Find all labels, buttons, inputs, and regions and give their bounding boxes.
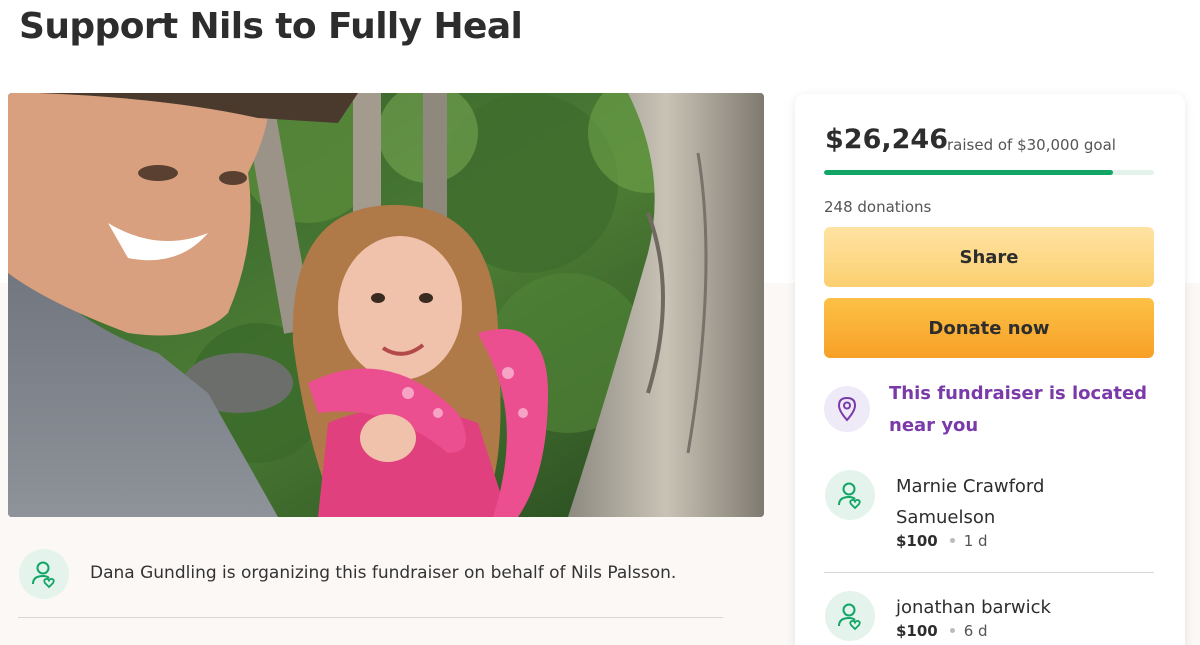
donor-list-item: Marnie Crawford Samuelson $100 1 d [824,466,1154,573]
amount-raised: $26,246 [825,124,948,155]
goal-text: raised of $30,000 goal [947,136,1116,154]
donor-amount: $100 [896,532,938,550]
donor-name: Marnie Crawford Samuelson [896,476,1045,528]
donate-now-button[interactable]: Donate now [824,298,1154,358]
fundraiser-photo-image [8,93,764,517]
progress-bar-fill [824,170,1113,175]
progress-bar [824,170,1154,175]
location-pin-icon [824,386,870,432]
donor-time: 1 d [963,532,988,550]
share-button[interactable]: Share [824,227,1154,287]
separator-dot [949,627,955,633]
user-heart-icon [825,470,875,520]
donor-amount: $100 [896,622,938,640]
fundraiser-photo[interactable] [8,93,764,517]
organizer-section: Dana Gundling is organizing this fundrai… [18,546,723,618]
donations-count: 248 donations [824,198,932,216]
separator-dot [949,537,955,543]
user-heart-icon [825,591,875,641]
donor-list-item: jonathan barwick $100 6 d [824,587,1154,645]
donation-card: $26,246 raised of $30,000 goal 248 donat… [795,94,1185,645]
page-title: Support Nils to Fully Heal [19,6,523,47]
location-notice[interactable]: This fundraiser is located near you [889,378,1159,442]
donor-meta: $100 1 d [896,532,988,550]
organizer-text: Dana Gundling is organizing this fundrai… [90,563,677,583]
donor-name: jonathan barwick [896,597,1051,618]
donor-meta: $100 6 d [896,622,988,640]
user-heart-icon [19,549,69,599]
donor-time: 6 d [963,622,988,640]
